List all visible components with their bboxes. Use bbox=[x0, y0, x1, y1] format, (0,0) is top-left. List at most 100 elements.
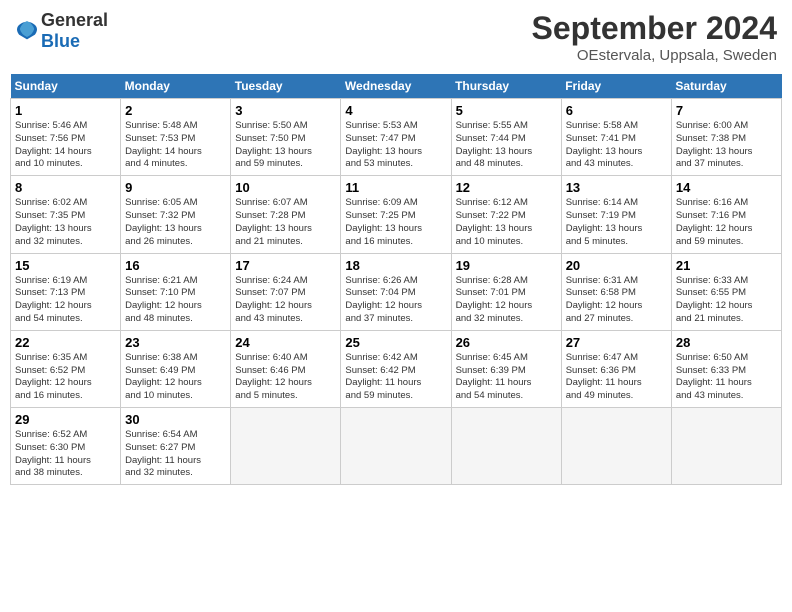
empty-cell bbox=[231, 408, 341, 485]
day-cell-26: 26 Sunrise: 6:45 AMSunset: 6:39 PMDaylig… bbox=[451, 330, 561, 407]
day-cell-5: 5 Sunrise: 5:55 AMSunset: 7:44 PMDayligh… bbox=[451, 99, 561, 176]
day-cell-7: 7 Sunrise: 6:00 AMSunset: 7:38 PMDayligh… bbox=[671, 99, 781, 176]
day-info: Sunrise: 6:35 AMSunset: 6:52 PMDaylight:… bbox=[15, 352, 116, 403]
empty-cell bbox=[671, 408, 781, 485]
day-number: 16 bbox=[125, 258, 226, 273]
day-number: 9 bbox=[125, 180, 226, 195]
day-cell-15: 15 Sunrise: 6:19 AMSunset: 7:13 PMDaylig… bbox=[11, 253, 121, 330]
day-info: Sunrise: 6:33 AMSunset: 6:55 PMDaylight:… bbox=[676, 275, 777, 326]
day-cell-10: 10 Sunrise: 6:07 AMSunset: 7:28 PMDaylig… bbox=[231, 176, 341, 253]
day-cell-25: 25 Sunrise: 6:42 AMSunset: 6:42 PMDaylig… bbox=[341, 330, 451, 407]
day-info: Sunrise: 6:50 AMSunset: 6:33 PMDaylight:… bbox=[676, 352, 777, 403]
day-info: Sunrise: 6:31 AMSunset: 6:58 PMDaylight:… bbox=[566, 275, 667, 326]
day-number: 15 bbox=[15, 258, 116, 273]
day-info: Sunrise: 5:48 AMSunset: 7:53 PMDaylight:… bbox=[125, 120, 226, 171]
day-cell-13: 13 Sunrise: 6:14 AMSunset: 7:19 PMDaylig… bbox=[561, 176, 671, 253]
day-cell-22: 22 Sunrise: 6:35 AMSunset: 6:52 PMDaylig… bbox=[11, 330, 121, 407]
day-number: 10 bbox=[235, 180, 336, 195]
day-number: 24 bbox=[235, 335, 336, 350]
calendar-subtitle: OEstervala, Uppsala, Sweden bbox=[532, 47, 777, 64]
day-cell-6: 6 Sunrise: 5:58 AMSunset: 7:41 PMDayligh… bbox=[561, 99, 671, 176]
day-number: 3 bbox=[235, 103, 336, 118]
day-info: Sunrise: 6:21 AMSunset: 7:10 PMDaylight:… bbox=[125, 275, 226, 326]
day-number: 5 bbox=[456, 103, 557, 118]
day-info: Sunrise: 5:58 AMSunset: 7:41 PMDaylight:… bbox=[566, 120, 667, 171]
day-number: 4 bbox=[345, 103, 446, 118]
header-tuesday: Tuesday bbox=[231, 74, 341, 99]
day-number: 23 bbox=[125, 335, 226, 350]
day-number: 8 bbox=[15, 180, 116, 195]
day-number: 18 bbox=[345, 258, 446, 273]
day-info: Sunrise: 6:12 AMSunset: 7:22 PMDaylight:… bbox=[456, 197, 557, 248]
day-cell-20: 20 Sunrise: 6:31 AMSunset: 6:58 PMDaylig… bbox=[561, 253, 671, 330]
header-friday: Friday bbox=[561, 74, 671, 99]
day-number: 27 bbox=[566, 335, 667, 350]
day-cell-4: 4 Sunrise: 5:53 AMSunset: 7:47 PMDayligh… bbox=[341, 99, 451, 176]
empty-cell bbox=[561, 408, 671, 485]
header-wednesday: Wednesday bbox=[341, 74, 451, 99]
day-info: Sunrise: 6:02 AMSunset: 7:35 PMDaylight:… bbox=[15, 197, 116, 248]
day-number: 1 bbox=[15, 103, 116, 118]
day-cell-14: 14 Sunrise: 6:16 AMSunset: 7:16 PMDaylig… bbox=[671, 176, 781, 253]
day-info: Sunrise: 6:09 AMSunset: 7:25 PMDaylight:… bbox=[345, 197, 446, 248]
day-info: Sunrise: 6:38 AMSunset: 6:49 PMDaylight:… bbox=[125, 352, 226, 403]
day-number: 7 bbox=[676, 103, 777, 118]
logo-text: General Blue bbox=[41, 10, 108, 52]
empty-cell bbox=[341, 408, 451, 485]
calendar-table: Sunday Monday Tuesday Wednesday Thursday… bbox=[10, 74, 782, 485]
day-info: Sunrise: 6:47 AMSunset: 6:36 PMDaylight:… bbox=[566, 352, 667, 403]
day-info: Sunrise: 6:52 AMSunset: 6:30 PMDaylight:… bbox=[15, 429, 116, 480]
day-number: 17 bbox=[235, 258, 336, 273]
day-info: Sunrise: 5:53 AMSunset: 7:47 PMDaylight:… bbox=[345, 120, 446, 171]
day-number: 20 bbox=[566, 258, 667, 273]
day-number: 25 bbox=[345, 335, 446, 350]
day-cell-8: 8 Sunrise: 6:02 AMSunset: 7:35 PMDayligh… bbox=[11, 176, 121, 253]
day-cell-30: 30 Sunrise: 6:54 AMSunset: 6:27 PMDaylig… bbox=[121, 408, 231, 485]
day-info: Sunrise: 6:19 AMSunset: 7:13 PMDaylight:… bbox=[15, 275, 116, 326]
day-cell-19: 19 Sunrise: 6:28 AMSunset: 7:01 PMDaylig… bbox=[451, 253, 561, 330]
empty-cell bbox=[451, 408, 561, 485]
day-cell-1: 1 Sunrise: 5:46 AMSunset: 7:56 PMDayligh… bbox=[11, 99, 121, 176]
day-info: Sunrise: 6:05 AMSunset: 7:32 PMDaylight:… bbox=[125, 197, 226, 248]
day-number: 13 bbox=[566, 180, 667, 195]
day-info: Sunrise: 6:45 AMSunset: 6:39 PMDaylight:… bbox=[456, 352, 557, 403]
day-number: 11 bbox=[345, 180, 446, 195]
day-number: 14 bbox=[676, 180, 777, 195]
day-number: 6 bbox=[566, 103, 667, 118]
header-monday: Monday bbox=[121, 74, 231, 99]
day-cell-9: 9 Sunrise: 6:05 AMSunset: 7:32 PMDayligh… bbox=[121, 176, 231, 253]
title-block: September 2024 OEstervala, Uppsala, Swed… bbox=[532, 10, 777, 64]
header-thursday: Thursday bbox=[451, 74, 561, 99]
day-number: 19 bbox=[456, 258, 557, 273]
day-number: 21 bbox=[676, 258, 777, 273]
header-sunday: Sunday bbox=[11, 74, 121, 99]
day-info: Sunrise: 5:46 AMSunset: 7:56 PMDaylight:… bbox=[15, 120, 116, 171]
day-cell-28: 28 Sunrise: 6:50 AMSunset: 6:33 PMDaylig… bbox=[671, 330, 781, 407]
header-saturday: Saturday bbox=[671, 74, 781, 99]
day-number: 29 bbox=[15, 412, 116, 427]
day-info: Sunrise: 6:14 AMSunset: 7:19 PMDaylight:… bbox=[566, 197, 667, 248]
day-info: Sunrise: 6:24 AMSunset: 7:07 PMDaylight:… bbox=[235, 275, 336, 326]
day-cell-27: 27 Sunrise: 6:47 AMSunset: 6:36 PMDaylig… bbox=[561, 330, 671, 407]
calendar-title: September 2024 bbox=[532, 10, 777, 47]
day-info: Sunrise: 6:07 AMSunset: 7:28 PMDaylight:… bbox=[235, 197, 336, 248]
day-cell-23: 23 Sunrise: 6:38 AMSunset: 6:49 PMDaylig… bbox=[121, 330, 231, 407]
day-info: Sunrise: 5:55 AMSunset: 7:44 PMDaylight:… bbox=[456, 120, 557, 171]
day-number: 2 bbox=[125, 103, 226, 118]
day-info: Sunrise: 6:54 AMSunset: 6:27 PMDaylight:… bbox=[125, 429, 226, 480]
day-cell-29: 29 Sunrise: 6:52 AMSunset: 6:30 PMDaylig… bbox=[11, 408, 121, 485]
day-info: Sunrise: 6:00 AMSunset: 7:38 PMDaylight:… bbox=[676, 120, 777, 171]
page-header: General Blue September 2024 OEstervala, … bbox=[10, 10, 782, 64]
day-number: 26 bbox=[456, 335, 557, 350]
day-number: 22 bbox=[15, 335, 116, 350]
day-cell-2: 2 Sunrise: 5:48 AMSunset: 7:53 PMDayligh… bbox=[121, 99, 231, 176]
day-info: Sunrise: 6:16 AMSunset: 7:16 PMDaylight:… bbox=[676, 197, 777, 248]
day-cell-16: 16 Sunrise: 6:21 AMSunset: 7:10 PMDaylig… bbox=[121, 253, 231, 330]
day-number: 28 bbox=[676, 335, 777, 350]
day-number: 30 bbox=[125, 412, 226, 427]
day-cell-11: 11 Sunrise: 6:09 AMSunset: 7:25 PMDaylig… bbox=[341, 176, 451, 253]
day-cell-3: 3 Sunrise: 5:50 AMSunset: 7:50 PMDayligh… bbox=[231, 99, 341, 176]
day-info: Sunrise: 6:40 AMSunset: 6:46 PMDaylight:… bbox=[235, 352, 336, 403]
day-info: Sunrise: 6:26 AMSunset: 7:04 PMDaylight:… bbox=[345, 275, 446, 326]
day-number: 12 bbox=[456, 180, 557, 195]
